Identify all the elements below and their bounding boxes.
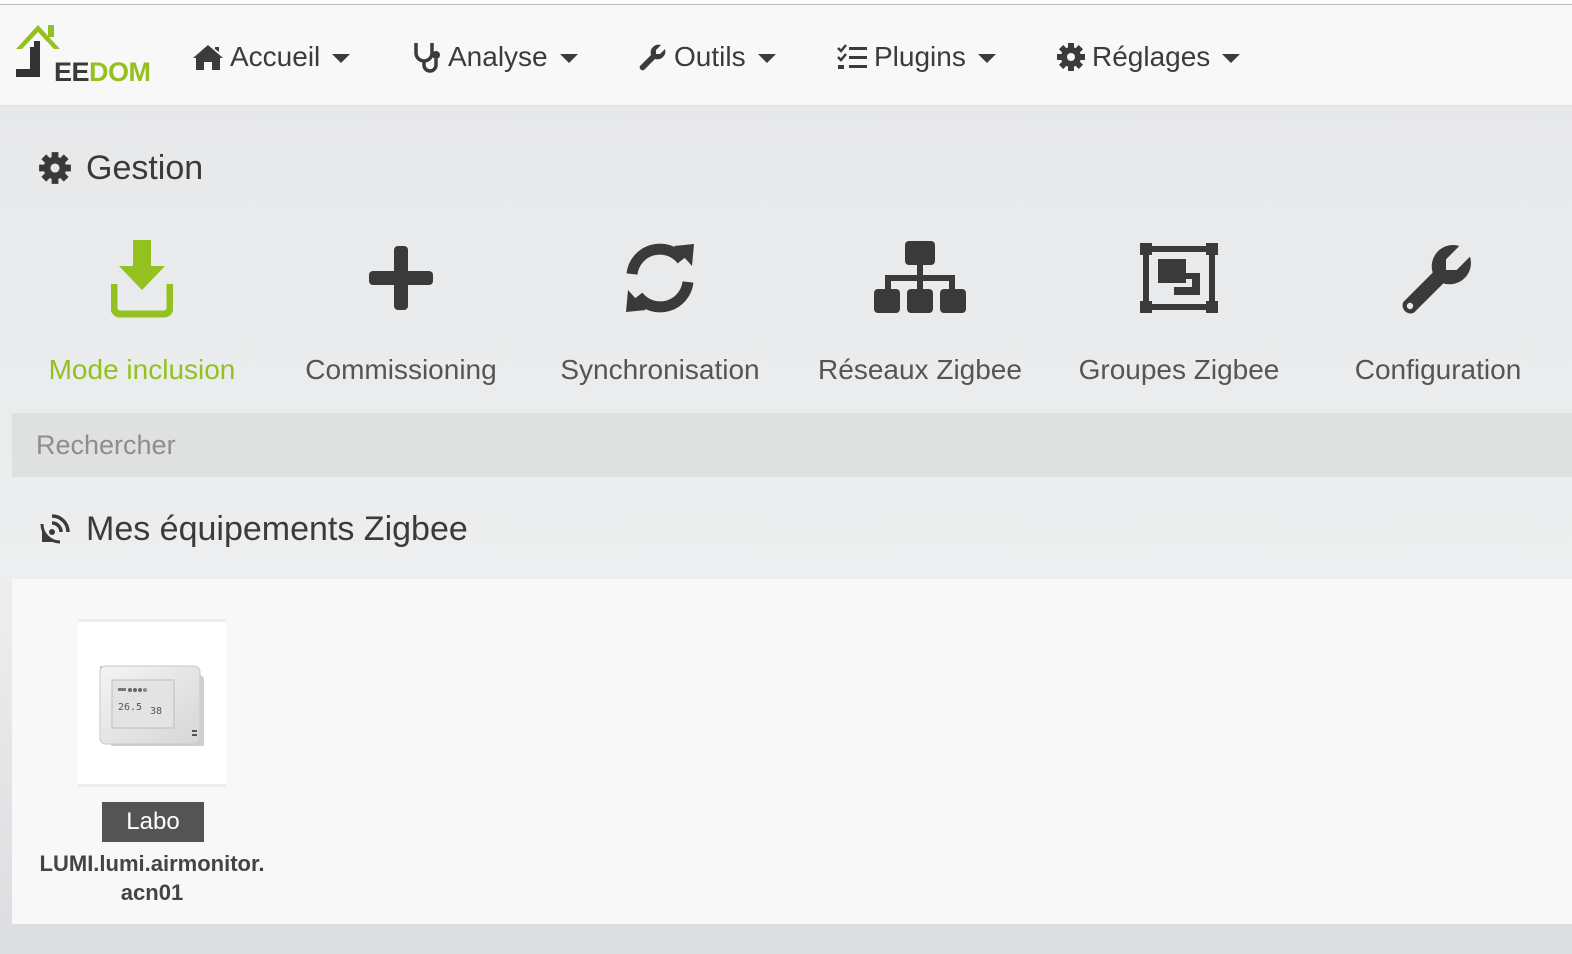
configuration-label: Configuration [1354,354,1522,385]
nav-analyse[interactable]: Analyse [412,35,578,79]
equipment-name-line-2: acn01 [120,880,184,905]
equipment-card[interactable]: 26.5 38 Labo LUMI.lumi.airmonitor. acn01 [22,617,282,907]
download-icon [111,240,173,318]
chevron-down-icon [757,54,776,63]
thumb-reading-1: 26.5 [118,702,142,713]
jeedom-logo[interactable]: EEDOM [12,19,154,89]
equipments-title-label: Mes équipements Zigbee [86,509,468,548]
chevron-down-icon [559,54,578,63]
equipment-name: LUMI.lumi.airmonitor. acn01 [22,849,282,907]
synchronisation-button[interactable]: Synchronisation [540,218,780,388]
nav-analyse-label: Analyse [448,41,548,72]
navbar: EEDOM Accueil Analyse Outils Plugins Rég… [0,5,1572,106]
groupes-zigbee-label: Groupes Zigbee [1078,354,1280,385]
chevron-down-icon [977,54,996,63]
wrench-icon [639,44,666,71]
satellite-dish-icon [40,514,70,544]
gear-icon [1057,43,1085,71]
synchronisation-label: Synchronisation [560,354,760,385]
thumb-reading-2: 38 [150,706,162,717]
nav-accueil[interactable]: Accueil [192,35,351,79]
nav-outils[interactable]: Outils [638,35,776,79]
nav-reglages[interactable]: Réglages [1056,35,1241,79]
reseaux-zigbee-label: Réseaux Zigbee [818,354,1022,385]
gear-icon [39,152,71,184]
sync-icon [626,243,694,313]
air-monitor-image: 26.5 38 [99,665,204,746]
logo-wordmark: EEDOM [54,57,151,87]
groupes-zigbee-button[interactable]: Groupes Zigbee [1059,218,1299,388]
commissioning-label: Commissioning [305,354,497,385]
wrench-icon [1402,245,1471,314]
gestion-title-label: Gestion [86,148,204,187]
chevron-down-icon [332,54,351,63]
equipment-list-panel: 26.5 38 Labo LUMI.lumi.airmonitor. acn01 [12,579,1572,924]
search-input[interactable] [12,413,1572,477]
list-check-icon [837,44,867,69]
equipments-title: Mes équipements Zigbee [38,507,468,551]
reseaux-zigbee-button[interactable]: Réseaux Zigbee [800,218,1040,388]
nav-outils-label: Outils [674,41,746,72]
mode-inclusion-label: Mode inclusion [48,354,236,385]
plus-icon [369,246,433,310]
commissioning-button[interactable]: Commissioning [281,218,521,388]
configuration-button[interactable]: Configuration [1318,218,1558,388]
chevron-down-icon [1222,54,1241,63]
stethoscope-icon [414,43,440,73]
nav-accueil-label: Accueil [230,41,321,72]
home-icon [193,45,223,70]
mode-inclusion-button[interactable]: Mode inclusion [22,218,262,388]
nav-reglages-label: Réglages [1092,41,1211,72]
sitemap-icon [874,241,966,313]
gestion-title: Gestion [38,146,203,190]
nav-plugins-label: Plugins [874,41,966,72]
device-thumbnail: 26.5 38 [78,619,226,787]
equipment-name-line-1: LUMI.lumi.airmonitor. [39,851,265,876]
nav-plugins[interactable]: Plugins [836,35,996,79]
object-group-icon [1140,243,1218,313]
room-badge: Labo [102,802,204,842]
